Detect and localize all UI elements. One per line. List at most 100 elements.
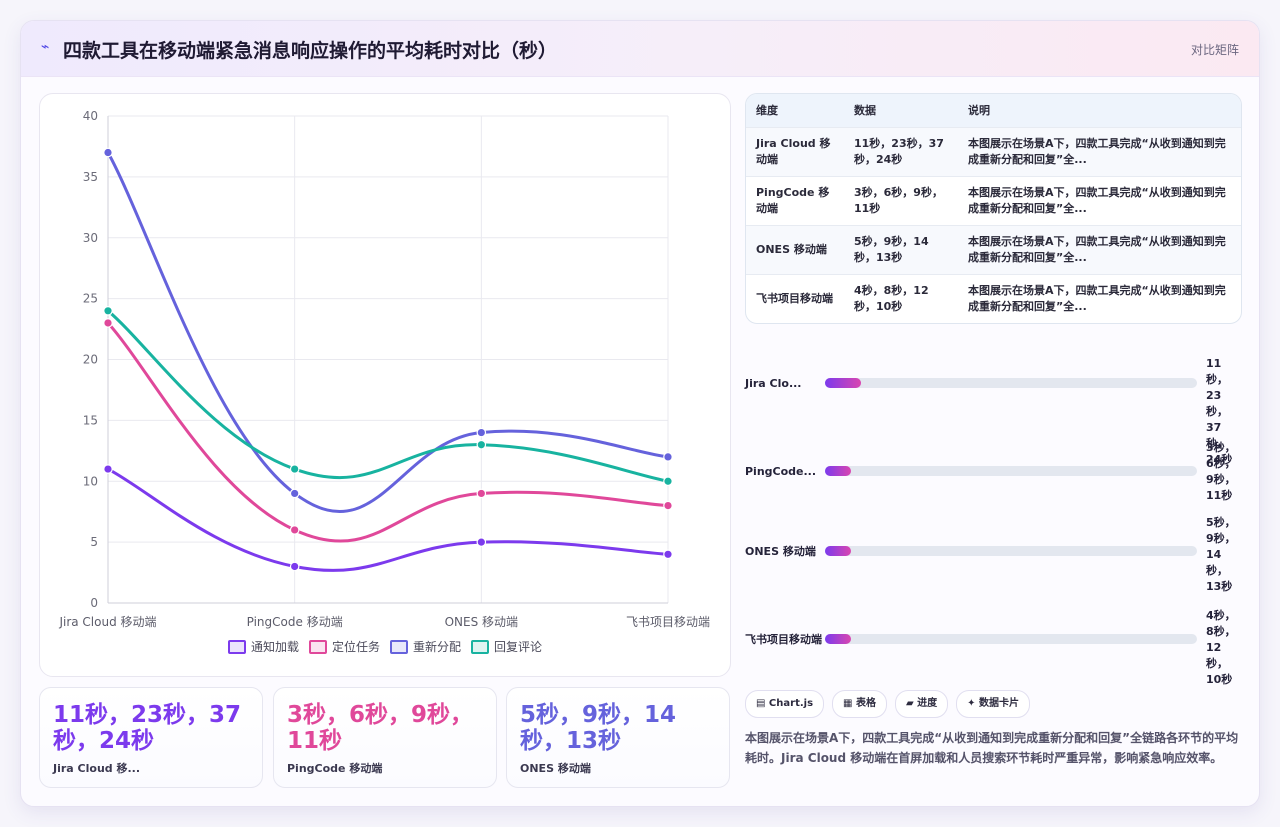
progress-row: ONES 移动端 5秒，9秒，14秒，13秒 <box>745 516 1240 593</box>
y-tick-label: 5 <box>90 535 98 549</box>
lightning-icon: ⌁ <box>41 39 50 55</box>
y-tick-label: 15 <box>83 413 98 427</box>
table-row: ONES 移动端 5秒，9秒，14秒，13秒 本图展示在场景A下，四款工具完成“从收… <box>746 225 1241 274</box>
data-point <box>289 525 300 535</box>
legend-item[interactable]: 重新分配 <box>390 638 461 655</box>
data-point <box>103 306 113 316</box>
y-tick-label: 35 <box>83 170 98 184</box>
progress-row: 飞书项目移动端 4秒，8秒，12秒，10秒 <box>745 609 1240 686</box>
stat-label: Jira Cloud 移... <box>53 762 141 775</box>
data-point <box>103 318 113 328</box>
data-point <box>663 452 673 462</box>
y-tick-label: 25 <box>83 292 98 306</box>
data-point <box>476 439 487 450</box>
dashboard-window: ⌁ 四款工具在移动端紧急消息响应操作的平均耗时对比（秒） 对比矩阵 0 5 10 15… <box>20 20 1260 807</box>
legend-label: 定位任务 <box>331 640 380 654</box>
x-tick-label: PingCode 移动端 <box>247 615 343 629</box>
progress-row: PingCode... 3秒，6秒，9秒，11秒 <box>745 441 1240 502</box>
x-tick-label: Jira Cloud 移动端 <box>58 615 156 629</box>
view-tag[interactable]: ✦ 数据卡片 <box>956 690 1031 718</box>
stat-card: 3秒，6秒，9秒，11秒 PingCode 移动端 <box>273 687 497 788</box>
table-cell-note: 本图展示在场景A下，四款工具完成“从收到通知到完成重新分配和回复”全... <box>968 136 1226 166</box>
y-tick-label: 30 <box>83 231 98 245</box>
y-tick-label: 0 <box>90 596 98 610</box>
y-tick-label: 10 <box>83 474 98 488</box>
table-cell-dimension: ONES 移动端 <box>756 242 827 256</box>
stat-value: 11秒，23秒，37秒，24秒 <box>53 702 242 754</box>
progress-value: 5秒，9秒，14秒，13秒 <box>1206 516 1236 593</box>
data-point <box>663 549 673 560</box>
data-point <box>289 464 300 474</box>
legend-item[interactable]: 通知加载 <box>227 638 299 655</box>
table-body: Jira Cloud 移动端 11秒，23秒，37秒，24秒 本图展示在场景A下，四… <box>746 127 1241 323</box>
stat-value: 3秒，6秒，9秒，11秒 <box>287 702 474 754</box>
progress-value: 3秒，6秒，9秒，11秒 <box>1206 441 1236 502</box>
data-point <box>663 500 673 511</box>
progress-label: PingCode... <box>745 465 817 478</box>
table-header-data: 数据 <box>854 104 876 118</box>
progress-label: Jira Clo... <box>745 377 802 390</box>
legend-swatch <box>308 639 327 654</box>
data-point <box>476 488 487 499</box>
legend-label: 通知加载 <box>250 640 299 654</box>
matrix-link[interactable]: 对比矩阵 <box>1191 41 1239 58</box>
data-point <box>663 476 673 487</box>
y-tick-label: 20 <box>83 353 98 367</box>
progress-label: ONES 移动端 <box>745 545 816 558</box>
table-row: PingCode 移动端 3秒，6秒，9秒，11秒 本图展示在场景A下，四款工具完成… <box>746 176 1241 225</box>
legend-item[interactable]: 回复评论 <box>471 638 542 655</box>
progress-fill <box>825 634 852 644</box>
table-cell-data: 11秒，23秒，37秒，24秒 <box>854 136 944 166</box>
legend-swatch <box>471 639 490 654</box>
stat-card: 5秒，9秒，14秒，13秒 ONES 移动端 <box>506 687 730 788</box>
data-table: 维度 数据 说明 Jira Cloud 移动端 11秒，23秒，37秒，24秒 本图… <box>746 94 1241 323</box>
data-point <box>476 427 487 438</box>
progress-row: Jira Clo... 11秒，23秒，37秒，24秒 <box>745 357 1240 466</box>
progress-track <box>825 634 1197 644</box>
table-cell-dimension: 飞书项目移动端 <box>756 291 833 305</box>
stat-label: ONES 移动端 <box>520 762 591 775</box>
x-tick-label: ONES 移动端 <box>445 615 518 629</box>
progress-value: 4秒，8秒，12秒，10秒 <box>1206 609 1236 686</box>
table-cell-note: 本图展示在场景A下，四款工具完成“从收到通知到完成重新分配和回复”全... <box>968 234 1226 264</box>
line-chart: 0 5 10 15 20 25 30 35 40 Jira Cloud 移动端 PingCode 移… <box>58 109 710 629</box>
line-chart-card: 0 5 10 15 20 25 30 35 40 Jira Cloud 移动端 PingCode 移… <box>39 93 731 677</box>
progress-fill <box>825 466 852 476</box>
progress-track <box>825 546 1197 556</box>
view-tag[interactable]: ▦ 表格 <box>832 690 887 718</box>
view-tag[interactable]: ▤ Chart.js <box>745 690 825 718</box>
series-line <box>106 309 670 483</box>
series-line <box>106 151 670 514</box>
table-cell-data: 3秒，6秒，9秒，11秒 <box>854 185 943 215</box>
table-cell-data: 5秒，9秒，14秒，13秒 <box>854 234 929 264</box>
data-point <box>289 561 300 572</box>
series-line <box>106 467 670 572</box>
view-tag[interactable]: ▰ 进度 <box>894 690 949 718</box>
stat-value: 5秒，9秒，14秒，13秒 <box>520 702 677 754</box>
table-header-row: 维度 数据 说明 <box>746 94 1241 127</box>
y-tick-label: 40 <box>83 109 98 123</box>
legend-label: 回复评论 <box>494 640 543 654</box>
table-header-note: 说明 <box>968 104 990 118</box>
x-tick-label: 飞书项目移动端 <box>626 615 710 629</box>
progress-track <box>825 466 1197 476</box>
data-point <box>103 147 113 158</box>
data-table-card: 维度 数据 说明 Jira Cloud 移动端 11秒，23秒，37秒，24秒 本图… <box>745 93 1242 324</box>
table-cell-note: 本图展示在场景A下，四款工具完成“从收到通知到完成重新分配和回复”全... <box>968 283 1226 313</box>
legend-item[interactable]: 定位任务 <box>308 638 380 655</box>
data-point <box>476 537 487 547</box>
chart-legend: 通知加载 定位任务 重新分配 回复评论 <box>40 638 730 655</box>
table-row: Jira Cloud 移动端 11秒，23秒，37秒，24秒 本图展示在场景A下，四… <box>746 127 1241 176</box>
header: ⌁ 四款工具在移动端紧急消息响应操作的平均耗时对比（秒） 对比矩阵 <box>21 21 1259 77</box>
table-cell-dimension: Jira Cloud 移动端 <box>756 136 831 166</box>
legend-swatch <box>390 639 408 654</box>
view-tags: ▤ Chart.js ▦ 表格 ▰ 进度 ✦ 数据卡片 <box>745 690 1031 718</box>
legend-swatch <box>227 639 246 654</box>
progress-track <box>825 378 1197 388</box>
table-cell-data: 4秒，8秒，12秒，10秒 <box>854 283 929 313</box>
series-line <box>106 321 670 543</box>
progress-fill <box>825 378 861 388</box>
table-row: 飞书项目移动端 4秒，8秒，12秒，10秒 本图展示在场景A下，四款工具完成“从收到… <box>746 274 1241 323</box>
progress-fill <box>825 546 852 556</box>
stat-label: PingCode 移动端 <box>287 762 383 775</box>
